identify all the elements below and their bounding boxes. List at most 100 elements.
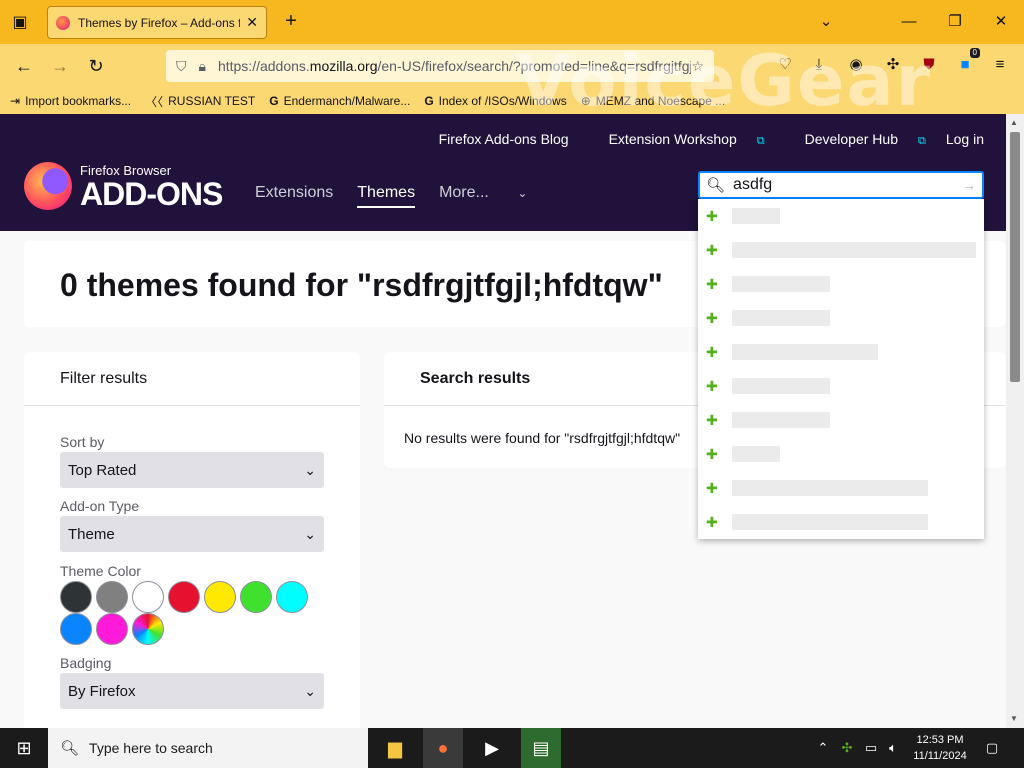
suggestion-item[interactable]: ✚ (698, 403, 984, 437)
puzzle-icon: ✚ (706, 275, 718, 292)
media-player-icon[interactable]: ▶ (472, 728, 512, 768)
search-icon: 🔍︎ (706, 177, 726, 194)
badging-select[interactable]: By Firefox ⌄ (60, 673, 324, 709)
suggestion-item[interactable]: ✚ (698, 199, 984, 233)
scroll-down-icon[interactable]: ▼ (1010, 714, 1018, 723)
top-links: Firefox Add-ons Blog Extension Workshop ⧉… (419, 131, 984, 148)
back-button[interactable]: ← (12, 54, 36, 78)
reload-button[interactable]: ↻ (84, 54, 108, 78)
app-taskbar-icon[interactable]: ▤ (521, 728, 561, 768)
suggestion-item[interactable]: ✚ (698, 301, 984, 335)
page-scrollbar[interactable]: ▲ ▼ (1006, 114, 1024, 728)
sort-select[interactable]: Top Rated ⌄ (60, 452, 324, 488)
bookmark-item[interactable]: ⇥ Import bookmarks... (10, 94, 131, 108)
suggestion-item[interactable]: ✚ (698, 505, 984, 539)
color-swatch[interactable] (132, 581, 164, 613)
login-link[interactable]: Log in (946, 131, 984, 148)
star-icon[interactable]: ☆ (691, 58, 704, 75)
color-swatch[interactable] (204, 581, 236, 613)
bookmark-item[interactable]: 〈〈 RUSSIAN TEST (145, 93, 255, 110)
notifications-icon[interactable]: ▢ (980, 728, 1004, 768)
taskbar-search[interactable]: 🔍︎ Type here to search (48, 728, 368, 768)
color-swatch[interactable] (168, 581, 200, 613)
close-window-button[interactable]: ✕ (989, 10, 1013, 34)
nav-bar: ← → ↻ ⛉ 🔒︎ https://addons.mozilla.org/en… (0, 44, 1024, 88)
logo-title[interactable]: ADD-ONS (80, 176, 223, 213)
puzzle-icon: ✚ (706, 479, 718, 496)
suggestion-item[interactable]: ✚ (698, 437, 984, 471)
color-swatch[interactable] (60, 581, 92, 613)
bookmark-item[interactable]: G Index of /ISOs/Windows (424, 94, 566, 108)
firefox-logo-icon[interactable] (24, 162, 72, 210)
nav-themes[interactable]: Themes (357, 184, 416, 208)
file-explorer-icon[interactable]: ▆ (375, 728, 415, 768)
blog-link[interactable]: Firefox Add-ons Blog (439, 131, 569, 148)
extension-icon[interactable]: ■ 0 (954, 48, 980, 76)
type-select[interactable]: Theme ⌄ (60, 516, 324, 552)
maximize-button[interactable]: ❐ (943, 10, 967, 34)
suggestion-item[interactable]: ✚ (698, 233, 984, 267)
url-bar[interactable]: ⛉ 🔒︎ https://addons.mozilla.org/en-US/fi… (166, 50, 714, 82)
firefox-taskbar-icon[interactable]: ● (423, 728, 463, 768)
suggestion-item[interactable]: ✚ (698, 471, 984, 505)
minimize-button[interactable]: — (897, 10, 921, 34)
sort-label: Sort by (60, 434, 105, 450)
volume-icon[interactable]: 🔈︎ (884, 728, 902, 768)
puzzle-icon: ✚ (706, 309, 718, 326)
no-results-text: No results were found for "rsdfrgjtfgjl;… (404, 430, 681, 446)
scrollbar-thumb[interactable] (1010, 132, 1020, 382)
ublock-icon[interactable]: ⛊ (918, 54, 940, 76)
extension-workshop-link[interactable]: Extension Workshop ⧉ (589, 131, 765, 148)
loading-placeholder (731, 446, 780, 462)
addon-search-input[interactable]: 🔍︎ asdfg → (698, 171, 984, 199)
chevron-up-icon[interactable]: ⌃ (814, 728, 832, 768)
menu-icon[interactable]: ≡ (989, 54, 1011, 76)
color-swatch[interactable] (60, 613, 92, 645)
download-icon[interactable]: ⤓ (808, 54, 830, 76)
external-link-icon: ⧉ (756, 135, 765, 147)
suggestion-item[interactable]: ✚ (698, 267, 984, 301)
windows-start-icon[interactable]: ⊞ (0, 728, 48, 768)
search-icon: 🔍︎ (60, 740, 80, 757)
bookmark-item[interactable]: G Endermanch/Malware... (269, 94, 410, 108)
developer-hub-link[interactable]: Developer Hub ⧉ (785, 131, 926, 148)
tab-list-button[interactable]: ▣ (8, 10, 32, 34)
puzzle-icon: ✚ (706, 513, 718, 530)
account-icon[interactable]: ◉ (845, 54, 867, 76)
color-swatch[interactable] (240, 581, 272, 613)
url-text[interactable]: https://addons.mozilla.org/en-US/firefox… (218, 58, 691, 74)
chevron-down-icon[interactable]: ⌄ (814, 10, 838, 34)
pocket-icon[interactable]: ♡ (774, 54, 796, 76)
search-suggestions: ✚ ✚ ✚ ✚ ✚ ✚ ✚ ✚ ✚ ✚ (698, 199, 984, 539)
puzzle-icon: ✚ (706, 241, 718, 258)
suggestion-item[interactable]: ✚ (698, 369, 984, 403)
new-tab-button[interactable]: + (280, 10, 302, 32)
shield-icon[interactable]: ⛉ (176, 58, 187, 75)
arrow-right-icon[interactable]: → (962, 177, 976, 193)
close-tab-icon[interactable]: ✕ (246, 14, 258, 31)
active-tab[interactable]: Themes by Firefox – Add-ons for Firefox … (47, 6, 267, 39)
main-nav: Extensions Themes More... ⌄ (255, 184, 575, 208)
tray-app-icon[interactable]: ✣ (838, 728, 856, 768)
nav-more[interactable]: More... ⌄ (439, 184, 551, 208)
lock-icon[interactable]: 🔒︎ (199, 58, 206, 75)
bookmark-item[interactable]: ⊕ MEMZ and Noescape ... (581, 94, 725, 108)
nav-extensions[interactable]: Extensions (255, 184, 333, 208)
scroll-up-icon[interactable]: ▲ (1010, 118, 1018, 127)
suggestion-item[interactable]: ✚ (698, 335, 984, 369)
forward-button[interactable]: → (48, 54, 72, 78)
color-swatch[interactable] (276, 581, 308, 613)
network-icon[interactable]: ▭ (862, 728, 880, 768)
clock[interactable]: 12:53 PM 11/11/2024 (906, 732, 974, 764)
firefox-favicon-icon (56, 15, 70, 30)
chevron-down-icon: ⌄ (304, 525, 316, 542)
taskbar: ⊞ 🔍︎ Type here to search ▆ ● ▶ ▤ ⌃ ✣ ▭ 🔈… (0, 728, 1024, 768)
color-swatch[interactable] (96, 613, 128, 645)
color-swatch[interactable] (96, 581, 128, 613)
multicolor-swatch[interactable] (132, 613, 164, 645)
google-icon: G (269, 94, 279, 108)
puzzle-icon: ✚ (706, 377, 718, 394)
bookmarks-toolbar: ⇥ Import bookmarks... 〈〈 RUSSIAN TEST G End… (0, 88, 1024, 114)
puzzle-icon: ✚ (706, 411, 718, 428)
extensions-icon[interactable]: ✣ (882, 54, 904, 76)
